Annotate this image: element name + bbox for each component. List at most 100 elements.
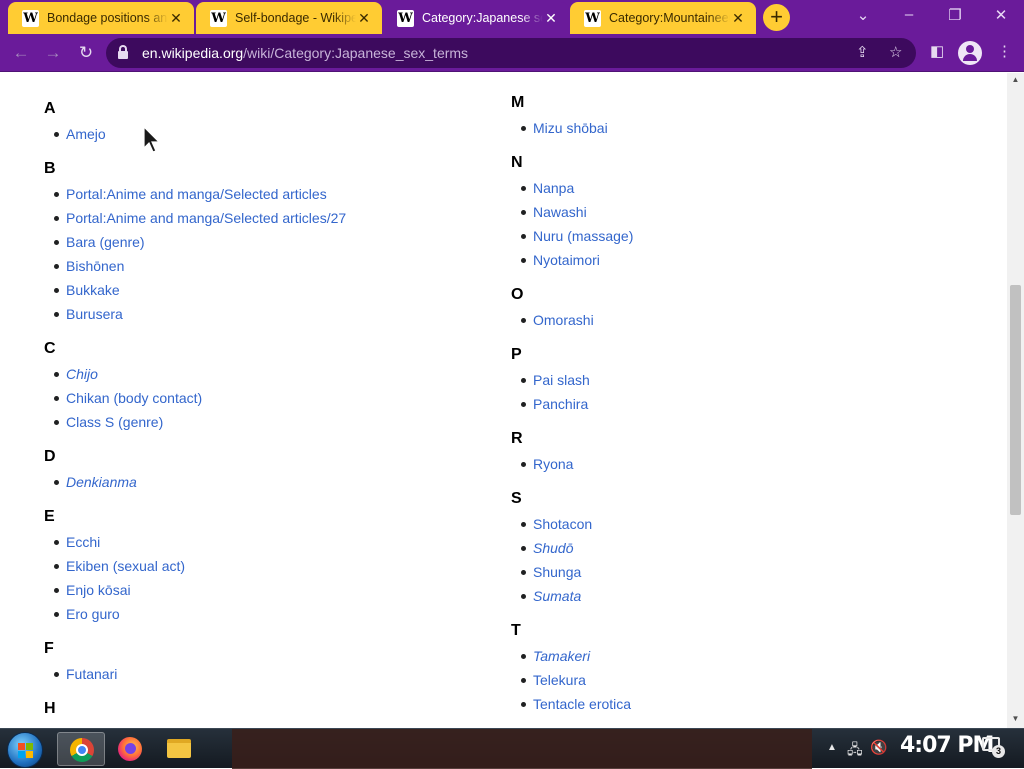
section-letter-heading: F (44, 640, 54, 657)
category-page-link[interactable]: Telekura (533, 672, 586, 688)
url-text[interactable]: en.wikipedia.org/wiki/Category:Japanese_… (142, 45, 468, 61)
category-page-list: Omorashi (511, 308, 931, 332)
action-center-icon[interactable]: 3 (982, 737, 1005, 758)
taskbar-file-explorer-button[interactable] (154, 732, 202, 766)
list-item: Pai slash (511, 368, 931, 392)
category-page-link[interactable]: Ero guro (66, 606, 120, 622)
category-page-link[interactable]: Nuru (massage) (533, 228, 633, 244)
scroll-up-icon[interactable]: ▲ (1007, 75, 1024, 84)
scrollbar-thumb[interactable] (1010, 285, 1021, 515)
category-page-link[interactable]: Nyotaimori (533, 252, 600, 268)
section-letter-heading: T (511, 622, 521, 639)
back-icon[interactable]: ← (9, 41, 33, 65)
category-section-t: T Tamakeri Telekura Tentacle erotica (511, 618, 931, 716)
list-item: Bukkake (44, 278, 464, 302)
category-page-link[interactable]: Ryona (533, 456, 573, 472)
vertical-scrollbar[interactable]: ▲ ▼ (1007, 73, 1024, 728)
close-window-icon[interactable]: ✕ (978, 6, 1024, 24)
category-page-link[interactable]: Ekiben (sexual act) (66, 558, 185, 574)
close-tab-icon[interactable]: ✕ (356, 10, 372, 27)
category-section-h: H (44, 696, 464, 722)
list-item: Panchira (511, 392, 931, 416)
category-page-link[interactable]: Pai slash (533, 372, 590, 388)
list-item: Chijo (44, 362, 464, 386)
category-page-list: Shotacon Shudō Shunga Sumata (511, 512, 931, 608)
taskbar-clock[interactable]: 4:07 PM (900, 733, 994, 758)
category-page-link[interactable]: Ecchi (66, 534, 100, 550)
category-page-list: Amejo (44, 122, 464, 146)
category-column-left: A Amejo B Portal:Anime and manga/Selected a… (44, 96, 464, 722)
list-item: Mizu shōbai (511, 116, 931, 140)
list-item: Nyotaimori (511, 248, 931, 272)
wikipedia-favicon-icon: W (584, 9, 601, 27)
tab-category-japanese-sex-terms[interactable]: W Category:Japanese sex ✕ (383, 2, 569, 34)
category-page-list: Ecchi Ekiben (sexual act) Enjo kōsai Ero gu… (44, 530, 464, 626)
restore-icon[interactable]: ❐ (932, 6, 978, 24)
forward-icon[interactable]: → (41, 41, 65, 65)
category-page-list: Tamakeri Telekura Tentacle erotica (511, 644, 931, 716)
category-page-link[interactable]: Tamakeri (533, 648, 590, 664)
category-page-link[interactable]: Denkianma (66, 474, 137, 490)
category-page-link[interactable]: Bara (genre) (66, 234, 145, 250)
category-page-link[interactable]: Tentacle erotica (533, 696, 631, 712)
category-page-link[interactable]: Shunga (533, 564, 581, 580)
notification-count-badge: 3 (992, 745, 1005, 758)
new-tab-button[interactable]: + (763, 4, 790, 31)
category-page-link[interactable]: Amejo (66, 126, 106, 142)
category-column-right: M Mizu shōbai N Nanpa Nawashi Nuru (massage) N… (511, 90, 931, 726)
category-page-link[interactable]: Burusera (66, 306, 123, 322)
tab-bondage-positions[interactable]: W Bondage positions and ✕ (8, 2, 194, 34)
menu-kebab-icon[interactable]: ⋮ (997, 42, 1012, 60)
category-section-p: P Pai slash Panchira (511, 342, 931, 416)
taskbar-chrome-button[interactable] (57, 732, 105, 766)
category-section-r: R Ryona (511, 426, 931, 476)
network-icon[interactable]: 🖧 (847, 739, 863, 763)
volume-muted-icon[interactable]: 🔇 (870, 739, 887, 756)
category-page-link[interactable]: Bukkake (66, 282, 120, 298)
close-tab-icon[interactable]: ✕ (543, 10, 559, 27)
category-section-n: N Nanpa Nawashi Nuru (massage) Nyotaimori (511, 150, 931, 272)
list-item: Tentacle erotica (511, 692, 931, 716)
list-item: Tamakeri (511, 644, 931, 668)
category-page-link[interactable]: Bishōnen (66, 258, 124, 274)
taskbar-firefox-button[interactable] (106, 732, 154, 766)
reload-icon[interactable]: ↻ (74, 41, 98, 65)
address-bar[interactable]: en.wikipedia.org/wiki/Category:Japanese_… (106, 38, 916, 68)
category-page-link[interactable]: Sumata (533, 588, 581, 604)
chrome-icon (70, 738, 94, 762)
side-panel-icon[interactable]: ◧ (930, 42, 944, 60)
category-page-link[interactable]: Futanari (66, 666, 117, 682)
lock-icon[interactable] (118, 45, 128, 59)
close-tab-icon[interactable]: ✕ (168, 10, 184, 27)
category-page-link[interactable]: Chikan (body contact) (66, 390, 202, 406)
minimize-icon[interactable]: – (886, 6, 932, 23)
tab-title: Category:Japanese sex (422, 11, 543, 25)
category-page-link[interactable]: Mizu shōbai (533, 120, 608, 136)
profile-avatar-icon[interactable] (958, 41, 982, 65)
category-page-link[interactable]: Nanpa (533, 180, 574, 196)
category-page-link[interactable]: Portal:Anime and manga/Selected articles… (66, 210, 346, 226)
list-item: Ryona (511, 452, 931, 476)
show-hidden-icons-icon[interactable]: ▲ (827, 742, 837, 753)
category-page-link[interactable]: Omorashi (533, 312, 594, 328)
desktop-wallpaper-strip (232, 729, 812, 769)
bookmark-star-icon[interactable]: ☆ (889, 43, 902, 61)
category-page-link[interactable]: Panchira (533, 396, 588, 412)
start-button[interactable] (7, 732, 43, 768)
category-page-link[interactable]: Chijo (66, 366, 98, 382)
category-page-link[interactable]: Portal:Anime and manga/Selected articles (66, 186, 327, 202)
category-page-link[interactable]: Shotacon (533, 516, 592, 532)
share-icon[interactable]: ⇪ (856, 43, 869, 61)
category-page-link[interactable]: Class S (genre) (66, 414, 163, 430)
category-page-link[interactable]: Enjo kōsai (66, 582, 131, 598)
page-content: A Amejo B Portal:Anime and manga/Selected a… (0, 73, 1007, 728)
list-item: Portal:Anime and manga/Selected articles… (44, 206, 464, 230)
tab-category-mountaineer[interactable]: W Category:Mountaineer ✕ (570, 2, 756, 34)
category-page-link[interactable]: Shudō (533, 540, 573, 556)
tab-search-icon[interactable]: ⌄ (840, 6, 886, 24)
category-page-link[interactable]: Nawashi (533, 204, 587, 220)
close-tab-icon[interactable]: ✕ (730, 10, 746, 27)
scroll-down-icon[interactable]: ▼ (1007, 714, 1024, 723)
section-letter-heading: H (44, 700, 56, 717)
tab-self-bondage[interactable]: W Self-bondage - Wikipedia ✕ (196, 2, 382, 34)
